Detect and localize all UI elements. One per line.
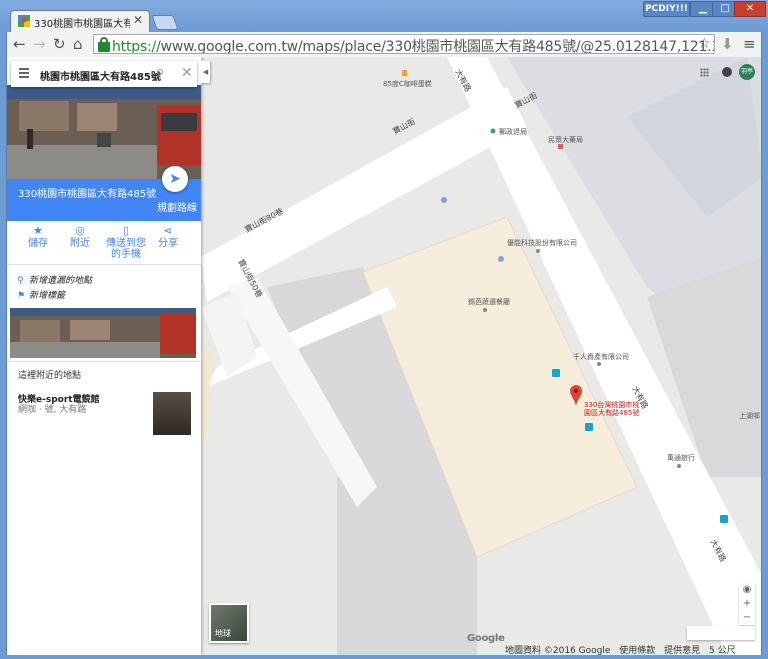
search-input[interactable]: 桃園市桃園區大有路485號 — [40, 68, 161, 83]
tab-bar: 330桃園市桃園區大有路4 ✕ PCDIY!!! ▁ □ ✕ — [0, 0, 768, 32]
action-bar: ★ 儲存 ◎ 附近 ▯ 傳送到您 的手機 ⋖ 分享 — [7, 221, 201, 265]
place-name: 330桃園市桃園區大有路485號 — [18, 189, 157, 200]
apps-grid-icon[interactable] — [700, 68, 709, 77]
lock-icon — [98, 37, 110, 52]
notifications-icon[interactable] — [722, 67, 732, 77]
menu-icon[interactable] — [19, 68, 29, 80]
share-icon: ⋖ — [163, 224, 173, 237]
tab-close-icon[interactable]: ✕ — [133, 13, 143, 27]
selected-place-label[interactable]: 330台灣桃園市桃園區大有路485號 — [584, 401, 646, 417]
satellite-toggle[interactable]: 地球 — [209, 603, 249, 643]
close-window-button[interactable]: ✕ — [734, 1, 766, 17]
add-missing-place-link[interactable]: ⚲ 新增遺漏的地點 — [17, 273, 92, 286]
street-photo[interactable] — [7, 85, 201, 179]
download-icon[interactable]: ⬇ — [721, 35, 734, 53]
scale-label[interactable]: 5 公尺 — [709, 646, 736, 655]
phone-icon: ▯ — [122, 224, 130, 237]
clear-search-icon[interactable]: ✕ — [181, 65, 193, 81]
divider — [7, 264, 201, 265]
collapse-panel-button[interactable]: ◀ — [201, 61, 210, 83]
zoom-out-button[interactable]: − — [739, 611, 755, 625]
directions-label[interactable]: 規劃路線 — [157, 199, 197, 214]
url-text: https://www.google.com.tw/maps/place/330… — [112, 39, 714, 54]
profile-badge[interactable]: PCDIY!!! — [643, 1, 690, 17]
zoom-in-button[interactable]: + — [739, 597, 755, 611]
browser-window: 330桃園市桃園區大有路4 ✕ PCDIY!!! ▁ □ ✕ ← → ↻ ⌂ h… — [0, 0, 768, 659]
share-button[interactable]: ⋖ 分享 — [157, 225, 179, 249]
map-label[interactable]: 萬通旅行 — [667, 453, 695, 463]
terms-link[interactable]: 使用條款 — [619, 646, 655, 655]
nearby-button[interactable]: ◎ 附近 — [69, 225, 91, 249]
nearby-place-category: 網咖 · 號, 大有路 — [18, 405, 87, 415]
map-data-credit: 地圖資料 ©2016 Google — [505, 646, 611, 655]
directions-icon: ➤ — [169, 171, 181, 187]
map-footer: 地圖資料 ©2016 Google 使用條款 提供意見 5 公尺 — [505, 643, 742, 655]
zoom-control: ◉ + − — [739, 583, 755, 625]
map-label[interactable]: 優能科技股份有限公司 — [507, 238, 577, 248]
flag-icon: ⚑ — [17, 291, 26, 301]
browser-toolbar: ← → ↻ ⌂ https://www.google.com.tw/maps/p… — [6, 32, 762, 57]
map-label[interactable]: 郵政退局 — [499, 127, 527, 137]
page-content: 85度C咖啡蛋糕 寶山街 郵政退局 民眾大藥局 寶山街 大有路 寶山街80巷 寶… — [6, 57, 762, 655]
new-tab-button[interactable] — [151, 15, 179, 30]
divider — [7, 361, 201, 362]
maps-favicon-icon — [18, 15, 30, 27]
nearby-place-photo[interactable] — [153, 392, 191, 435]
add-place-icon: ⚲ — [17, 276, 24, 286]
map-label[interactable]: 85度C咖啡蛋糕 — [383, 79, 432, 89]
reload-icon[interactable]: ↻ — [53, 35, 66, 53]
account-avatar[interactable]: 羽亭 — [739, 64, 755, 80]
directions-button[interactable]: ➤ — [162, 166, 188, 192]
feedback-link[interactable]: 提供意見 — [664, 646, 700, 655]
satellite-label: 地球 — [215, 629, 231, 638]
search-box[interactable]: 桃園市桃園區大有路485號 ⚲ ✕ — [11, 61, 197, 87]
back-arrow-icon[interactable]: ← — [13, 35, 26, 53]
search-icon[interactable]: ⚲ — [156, 67, 164, 80]
nearby-icon: ◎ — [75, 224, 85, 237]
chevron-left-icon: ◀ — [202, 68, 209, 76]
add-label-link[interactable]: ⚑ 新增標籤 — [17, 288, 65, 301]
my-location-icon[interactable]: ◉ — [739, 583, 755, 597]
save-button[interactable]: ★ 儲存 — [27, 225, 49, 249]
map-label[interactable]: 錫芭蔬選餐廳 — [468, 297, 510, 307]
street-view-control[interactable] — [687, 626, 755, 640]
tab-maps[interactable]: 330桃園市桃園區大有路4 ✕ — [10, 10, 150, 32]
forward-arrow-icon[interactable]: → — [33, 35, 46, 53]
home-icon[interactable]: ⌂ — [73, 35, 83, 53]
map-label[interactable]: 上湖邨 — [739, 411, 760, 421]
tab-title: 330桃園市桃園區大有路4 — [34, 19, 130, 30]
send-to-phone-button[interactable]: ▯ 傳送到您 的手機 — [106, 225, 146, 260]
star-icon: ★ — [33, 224, 43, 237]
address-bar[interactable]: https://www.google.com.tw/maps/place/330… — [93, 34, 715, 54]
map-label[interactable]: 千人資產有限公司 — [573, 352, 629, 362]
street-view-thumbnail[interactable] — [10, 308, 196, 358]
star-icon[interactable]: ☆ — [698, 35, 711, 53]
map-label[interactable]: 民眾大藥局 — [548, 135, 583, 145]
google-logo: Google — [467, 633, 505, 644]
chrome-menu-icon[interactable]: ≡ — [743, 35, 756, 53]
nearby-title: 這裡附近的地點 — [18, 371, 82, 381]
place-panel: 330桃園市桃園區大有路485號 ➤ 規劃路線 ★ 儲存 ◎ 附近 ▯ 傳送到您 的手… — [7, 57, 201, 655]
